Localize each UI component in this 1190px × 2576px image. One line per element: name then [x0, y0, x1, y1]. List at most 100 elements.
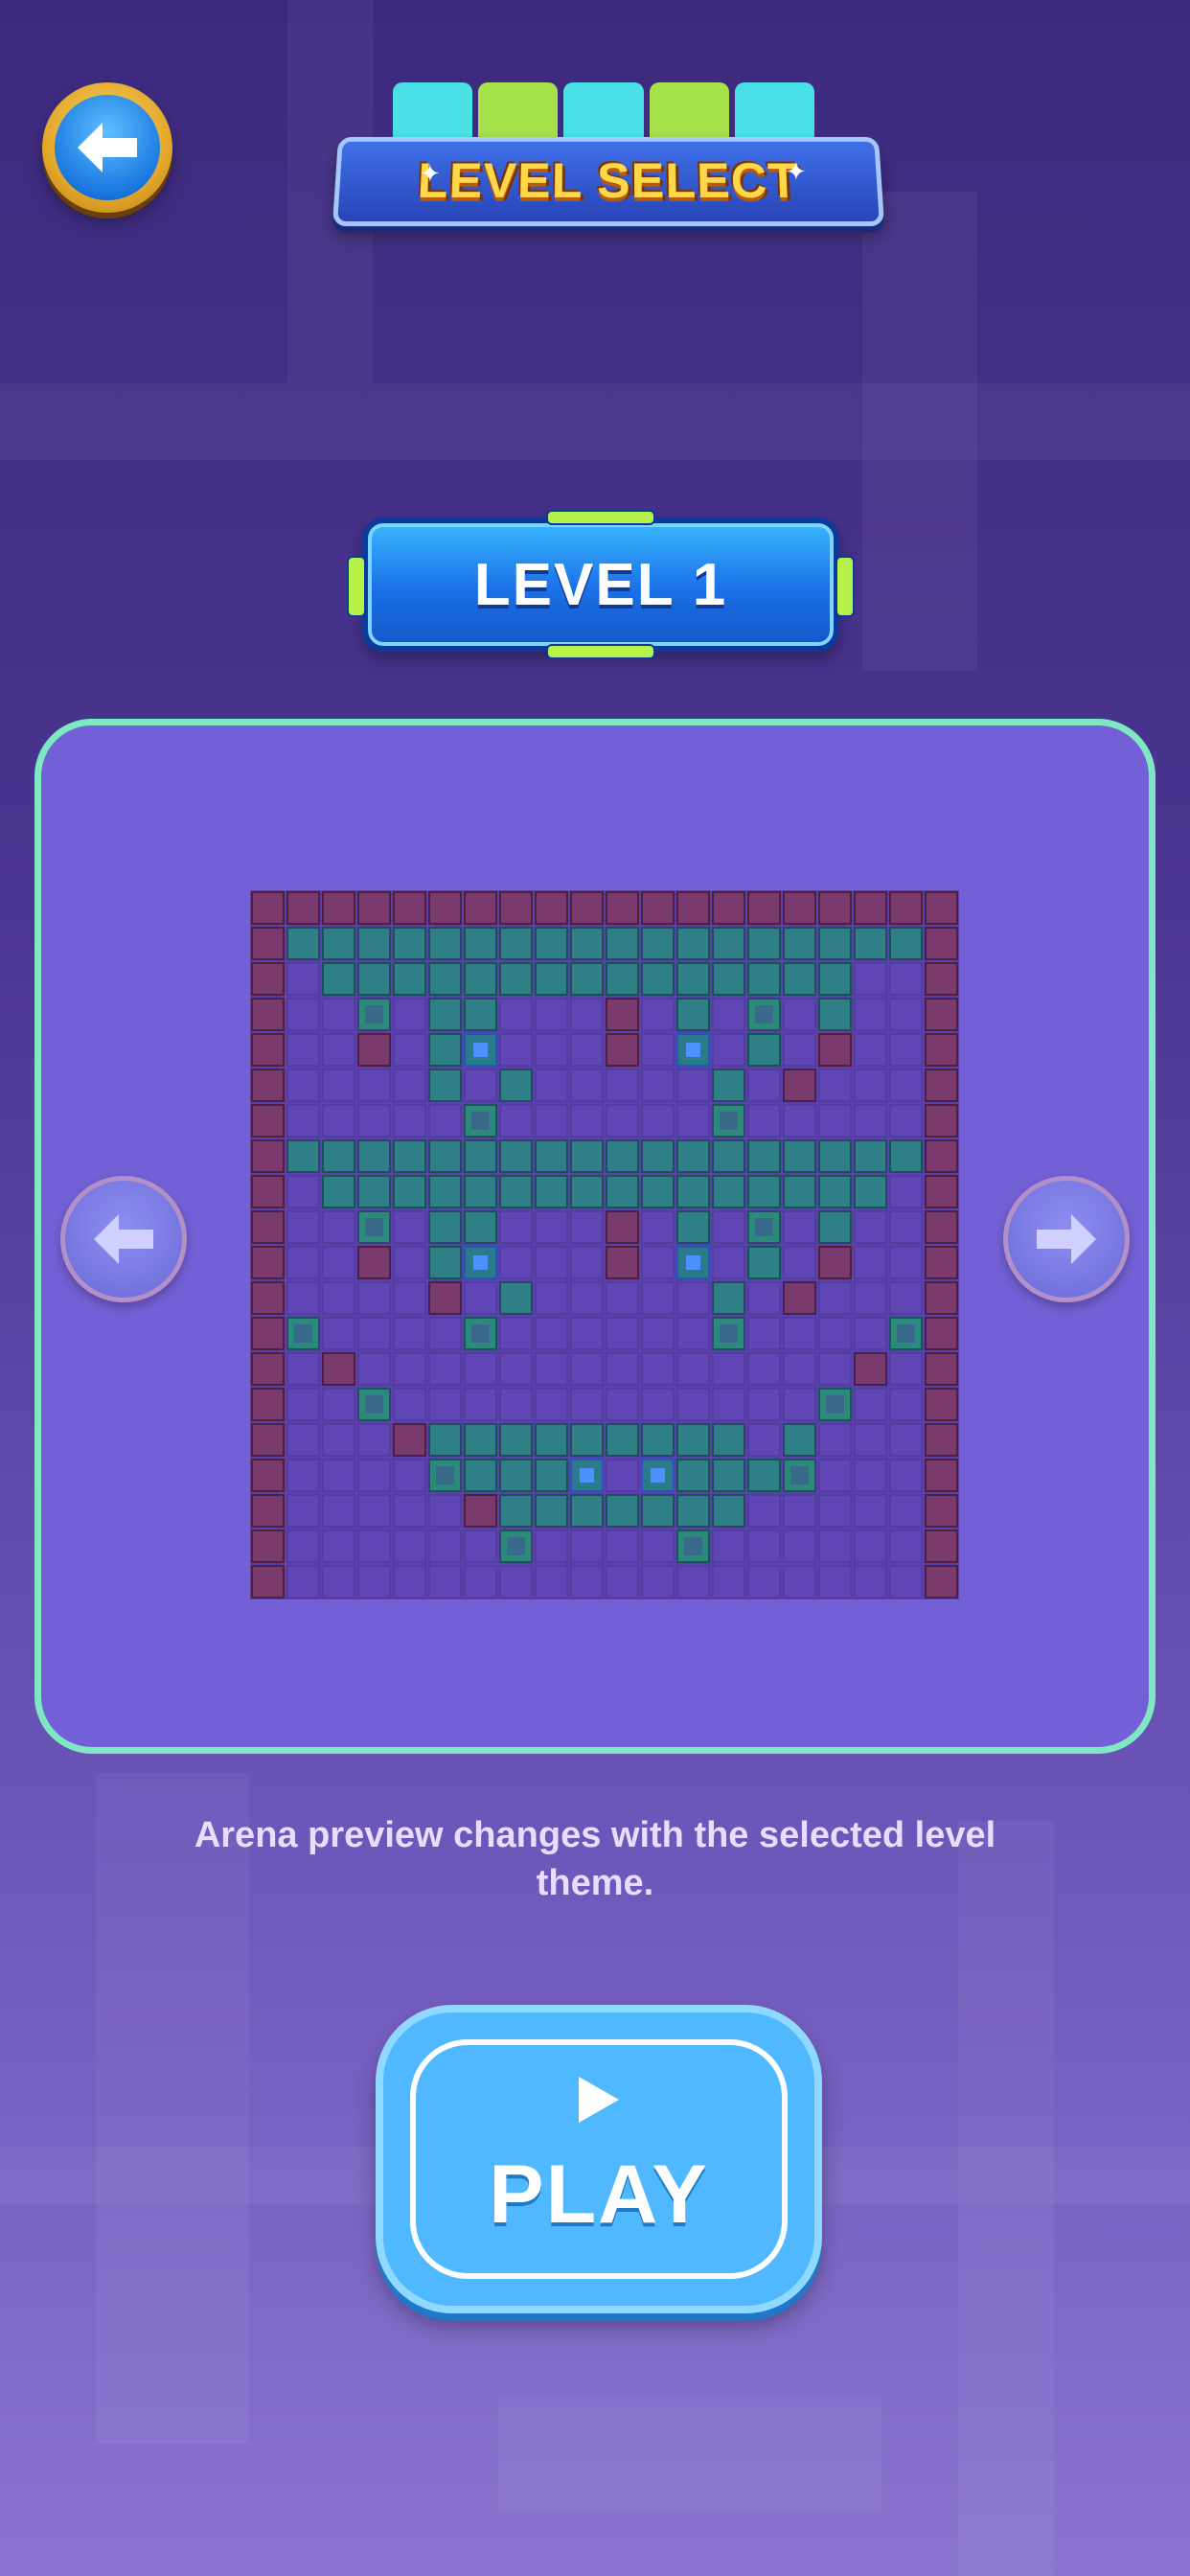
play-icon	[579, 2076, 619, 2123]
floor-tile	[322, 1317, 355, 1350]
wall-tile	[925, 1494, 958, 1528]
wall-tile	[535, 891, 568, 925]
block-tile	[783, 1139, 816, 1173]
floor-tile	[889, 1033, 923, 1067]
wall-tile	[925, 891, 958, 925]
block-tile	[464, 1210, 497, 1244]
floor-tile	[676, 1352, 710, 1386]
floor-tile	[854, 1388, 887, 1421]
floor-tile	[393, 1104, 426, 1138]
floor-tile	[854, 1459, 887, 1492]
wall-tile	[925, 962, 958, 996]
floor-tile	[854, 1530, 887, 1563]
wall-tile	[251, 1139, 285, 1173]
floor-tile	[783, 1565, 816, 1598]
next-level-button[interactable]	[1003, 1176, 1130, 1302]
floor-tile	[286, 1175, 320, 1208]
floor-tile	[783, 998, 816, 1031]
block-tile	[606, 1139, 639, 1173]
floor-tile	[889, 962, 923, 996]
floor-tile	[747, 1565, 781, 1598]
floor-tile	[570, 1033, 604, 1067]
block-tile	[712, 1494, 745, 1528]
floor-tile	[428, 1317, 462, 1350]
wall-tile	[570, 891, 604, 925]
block-tile	[712, 1175, 745, 1208]
floor-tile	[747, 1281, 781, 1315]
block-tile	[428, 962, 462, 996]
wall-tile	[357, 891, 391, 925]
floor-tile	[606, 1459, 639, 1492]
block-tile	[606, 1175, 639, 1208]
floor-tile	[428, 1565, 462, 1598]
floor-tile	[464, 1069, 497, 1102]
block-tile	[464, 1423, 497, 1457]
floor-tile	[499, 1352, 533, 1386]
block-tile	[535, 1139, 568, 1173]
block-tile	[499, 1139, 533, 1173]
floor-tile	[783, 1033, 816, 1067]
wall-tile	[925, 1530, 958, 1563]
floor-tile	[535, 1388, 568, 1421]
floor-tile	[889, 1423, 923, 1457]
block-tile	[676, 1139, 710, 1173]
floor-tile	[393, 1069, 426, 1102]
floor-tile	[357, 1530, 391, 1563]
floor-tile	[393, 1352, 426, 1386]
wall-tile	[783, 891, 816, 925]
spike-tile	[676, 1530, 710, 1563]
floor-tile	[286, 1210, 320, 1244]
floor-tile	[322, 1033, 355, 1067]
floor-tile	[393, 1530, 426, 1563]
wall-tile	[925, 1317, 958, 1350]
floor-tile	[641, 1530, 675, 1563]
floor-tile	[393, 1565, 426, 1598]
floor-tile	[783, 1388, 816, 1421]
floor-tile	[641, 1317, 675, 1350]
floor-tile	[322, 1494, 355, 1528]
play-button[interactable]: PLAY	[376, 2005, 822, 2313]
floor-tile	[818, 1317, 852, 1350]
floor-tile	[676, 1069, 710, 1102]
floor-tile	[676, 1104, 710, 1138]
block-tile	[641, 962, 675, 996]
wall-tile	[251, 891, 285, 925]
wall-tile	[251, 927, 285, 960]
floor-tile	[428, 1388, 462, 1421]
block-tile	[747, 1033, 781, 1067]
floor-tile	[393, 1317, 426, 1350]
floor-tile	[854, 1494, 887, 1528]
wall-tile	[925, 998, 958, 1031]
floor-tile	[499, 1388, 533, 1421]
previous-level-button[interactable]	[60, 1176, 187, 1302]
wall-tile	[925, 1423, 958, 1457]
block-tile	[499, 1175, 533, 1208]
floor-tile	[606, 1317, 639, 1350]
arrow-left-icon	[94, 1214, 153, 1264]
block-tile	[641, 1494, 675, 1528]
floor-tile	[322, 1423, 355, 1457]
block-tile	[357, 962, 391, 996]
block-tile	[854, 1175, 887, 1208]
block-tile	[428, 1033, 462, 1067]
wall-tile	[606, 891, 639, 925]
back-button[interactable]	[42, 82, 172, 213]
floor-tile	[676, 1388, 710, 1421]
floor-tile	[535, 1281, 568, 1315]
wall-tile	[818, 891, 852, 925]
wall-tile	[251, 962, 285, 996]
block-tile	[393, 1139, 426, 1173]
block-tile	[641, 927, 675, 960]
floor-tile	[641, 1565, 675, 1598]
block-tile	[570, 1139, 604, 1173]
wall-tile	[251, 1352, 285, 1386]
floor-tile	[322, 1565, 355, 1598]
floor-tile	[889, 1281, 923, 1315]
floor-tile	[286, 1423, 320, 1457]
block-tile	[464, 1139, 497, 1173]
floor-tile	[889, 1388, 923, 1421]
floor-tile	[428, 1494, 462, 1528]
wall-tile	[925, 1139, 958, 1173]
wall-tile	[783, 1281, 816, 1315]
wall-tile	[251, 1069, 285, 1102]
